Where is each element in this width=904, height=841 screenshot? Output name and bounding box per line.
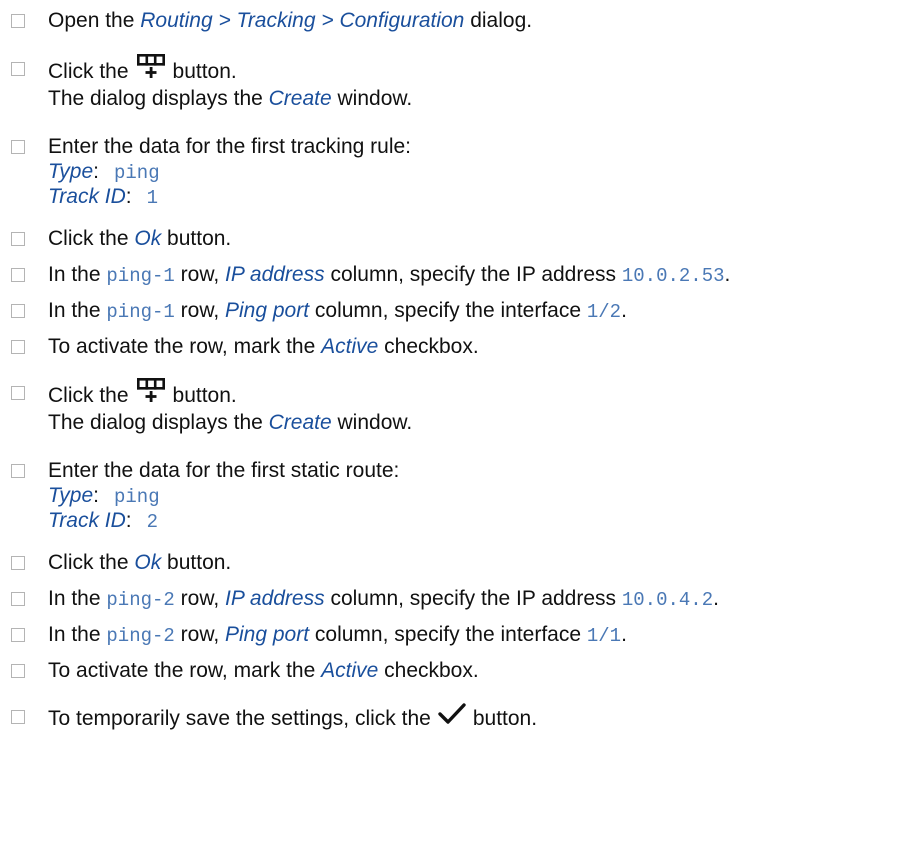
step-checkbox[interactable] (11, 340, 25, 354)
add-row-icon (135, 377, 167, 410)
add-row-icon (135, 53, 167, 86)
step-checkbox[interactable] (11, 556, 25, 570)
step-text: Open the Routing > Tracking > Configurat… (48, 9, 533, 32)
step-text: Click the button. (48, 377, 237, 413)
column-name: IP address (225, 587, 325, 610)
step-checkbox[interactable] (11, 304, 25, 318)
ip-address-value: 10.0.4.2 (621, 589, 714, 611)
row-name: ping-1 (106, 301, 175, 323)
step-text: In the ping-2 row, Ping port column, spe… (48, 623, 627, 647)
step-result: The dialog displays the Create window. (48, 87, 413, 110)
step-checkbox[interactable] (11, 386, 25, 400)
row-name: ping-1 (106, 265, 175, 287)
button-name: Ok (134, 551, 162, 574)
field-value: 2 (146, 511, 159, 533)
window-name: Create (268, 87, 332, 110)
step-result: The dialog displays the Create window. (48, 411, 413, 434)
step-checkbox[interactable] (11, 268, 25, 282)
row-name: ping-2 (106, 625, 175, 647)
step-text: Click the Ok button. (48, 227, 232, 250)
step-text: Enter the data for the first static rout… (48, 459, 400, 482)
step-text: Enter the data for the first tracking ru… (48, 135, 412, 158)
step-text: Click the Ok button. (48, 551, 232, 574)
step-text: Click the button. (48, 53, 237, 89)
field-track-id: Track ID: 2 (48, 509, 159, 533)
field-type: Type: ping (48, 160, 160, 184)
step-checkbox[interactable] (11, 592, 25, 606)
step-checkbox[interactable] (11, 710, 25, 724)
step-text: To activate the row, mark the Active che… (48, 335, 479, 358)
row-name: ping-2 (106, 589, 175, 611)
step-checkbox[interactable] (11, 62, 25, 76)
step-checkbox[interactable] (11, 664, 25, 678)
step-text: To temporarily save the settings, click … (48, 702, 537, 735)
ip-address-value: 10.0.2.53 (621, 265, 725, 287)
field-value: 1 (146, 187, 159, 209)
checkbox-name: Active (321, 335, 379, 358)
field-track-id: Track ID: 1 (48, 185, 159, 209)
step-checkbox[interactable] (11, 464, 25, 478)
step-checkbox[interactable] (11, 628, 25, 642)
step-checkbox[interactable] (11, 14, 25, 28)
column-name: Ping port (225, 623, 310, 646)
checkmark-icon (437, 702, 467, 733)
field-value: ping (113, 162, 160, 184)
column-name: Ping port (225, 299, 310, 322)
step-checkbox[interactable] (11, 232, 25, 246)
step-text: In the ping-1 row, IP address column, sp… (48, 263, 731, 287)
step-text: In the ping-2 row, IP address column, sp… (48, 587, 719, 611)
interface-value: 1/1 (586, 625, 622, 647)
window-name: Create (268, 411, 332, 434)
step-text: In the ping-1 row, Ping port column, spe… (48, 299, 627, 323)
button-name: Ok (134, 227, 162, 250)
checkbox-name: Active (321, 659, 379, 682)
field-type: Type: ping (48, 484, 160, 508)
dialog-path: Routing > Tracking > Configuration (140, 9, 465, 32)
field-value: ping (113, 486, 160, 508)
interface-value: 1/2 (586, 301, 622, 323)
step-checkbox[interactable] (11, 140, 25, 154)
step-text: To activate the row, mark the Active che… (48, 659, 479, 682)
column-name: IP address (225, 263, 325, 286)
